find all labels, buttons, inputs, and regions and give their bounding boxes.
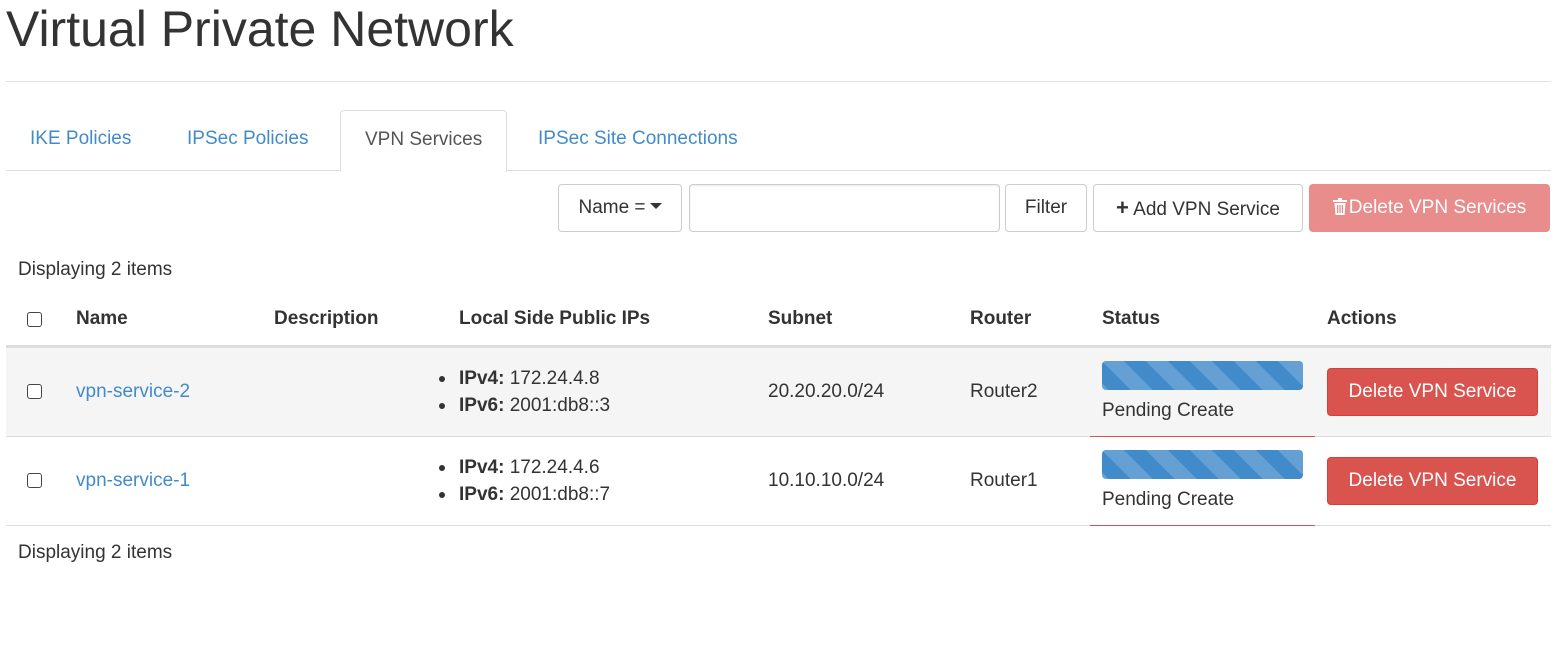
row-checkbox[interactable] [27, 384, 42, 399]
local-ips-list: IPv4: 172.24.4.8 IPv6: 2001:db8::3 [439, 365, 610, 419]
status-underline [1090, 525, 1315, 526]
subnet-cell: 10.10.10.0/24 [768, 470, 885, 491]
vpn-service-name-link[interactable]: vpn-service-2 [76, 381, 190, 403]
tab-ipsec-site-connections[interactable]: IPSec Site Connections [514, 110, 762, 171]
ipv4-item: IPv4: 172.24.4.6 [439, 454, 610, 481]
column-header-subnet[interactable]: Subnet [768, 308, 832, 330]
item-count-bottom: Displaying 2 items [18, 542, 173, 563]
status-progress-bar [1102, 450, 1303, 479]
tab-bar: IKE Policies IPSec Policies VPN Services… [6, 110, 1551, 172]
column-header-router[interactable]: Router [970, 308, 1031, 330]
page-title: Virtual Private Network [6, 1, 514, 57]
router-cell: Router2 [970, 381, 1038, 402]
ipv6-item: IPv6: 2001:db8::7 [439, 481, 610, 508]
row-checkbox[interactable] [27, 473, 42, 488]
ipv6-item: IPv6: 2001:db8::3 [439, 392, 610, 419]
subnet-cell: 20.20.20.0/24 [768, 381, 885, 402]
status-text: Pending Create [1102, 489, 1235, 510]
caret-down-icon [649, 202, 662, 209]
tab-ipsec-policies[interactable]: IPSec Policies [163, 110, 332, 171]
status-progress-fill [1102, 450, 1303, 479]
title-divider [6, 81, 1551, 82]
delete-vpn-services-label: Delete VPN Services [1348, 197, 1527, 218]
select-all-checkbox[interactable] [27, 312, 42, 327]
filter-field-dropdown[interactable]: Name = [558, 184, 682, 232]
filter-button[interactable]: Filter [1005, 184, 1087, 232]
delete-vpn-service-button[interactable]: Delete VPN Service [1327, 457, 1538, 505]
plus-icon: + [1116, 195, 1129, 220]
add-vpn-service-label: Add VPN Service [1133, 199, 1280, 220]
search-input[interactable] [689, 184, 1000, 232]
column-header-status[interactable]: Status [1102, 308, 1160, 330]
column-header-name[interactable]: Name [76, 308, 128, 330]
filter-field-label: Name = [578, 197, 646, 218]
trash-icon [1332, 187, 1347, 215]
delete-vpn-service-button[interactable]: Delete VPN Service [1327, 368, 1538, 416]
add-vpn-service-button[interactable]: + Add VPN Service [1093, 184, 1303, 232]
status-text: Pending Create [1102, 400, 1235, 421]
status-progress-fill [1102, 361, 1303, 390]
delete-vpn-services-button[interactable]: Delete VPN Services [1309, 184, 1550, 232]
vpn-service-name-link[interactable]: vpn-service-1 [76, 470, 190, 492]
tab-ike-policies[interactable]: IKE Policies [6, 110, 155, 171]
status-progress-bar [1102, 361, 1303, 390]
router-cell: Router1 [970, 470, 1038, 491]
column-header-actions: Actions [1327, 308, 1397, 329]
tab-vpn-services[interactable]: VPN Services [340, 110, 508, 172]
column-header-local-side-public-ips[interactable]: Local Side Public IPs [459, 308, 650, 330]
local-ips-list: IPv4: 172.24.4.6 IPv6: 2001:db8::7 [439, 454, 610, 508]
ipv4-item: IPv4: 172.24.4.8 [439, 365, 610, 392]
column-header-description[interactable]: Description [274, 308, 379, 330]
item-count-top: Displaying 2 items [18, 259, 173, 280]
